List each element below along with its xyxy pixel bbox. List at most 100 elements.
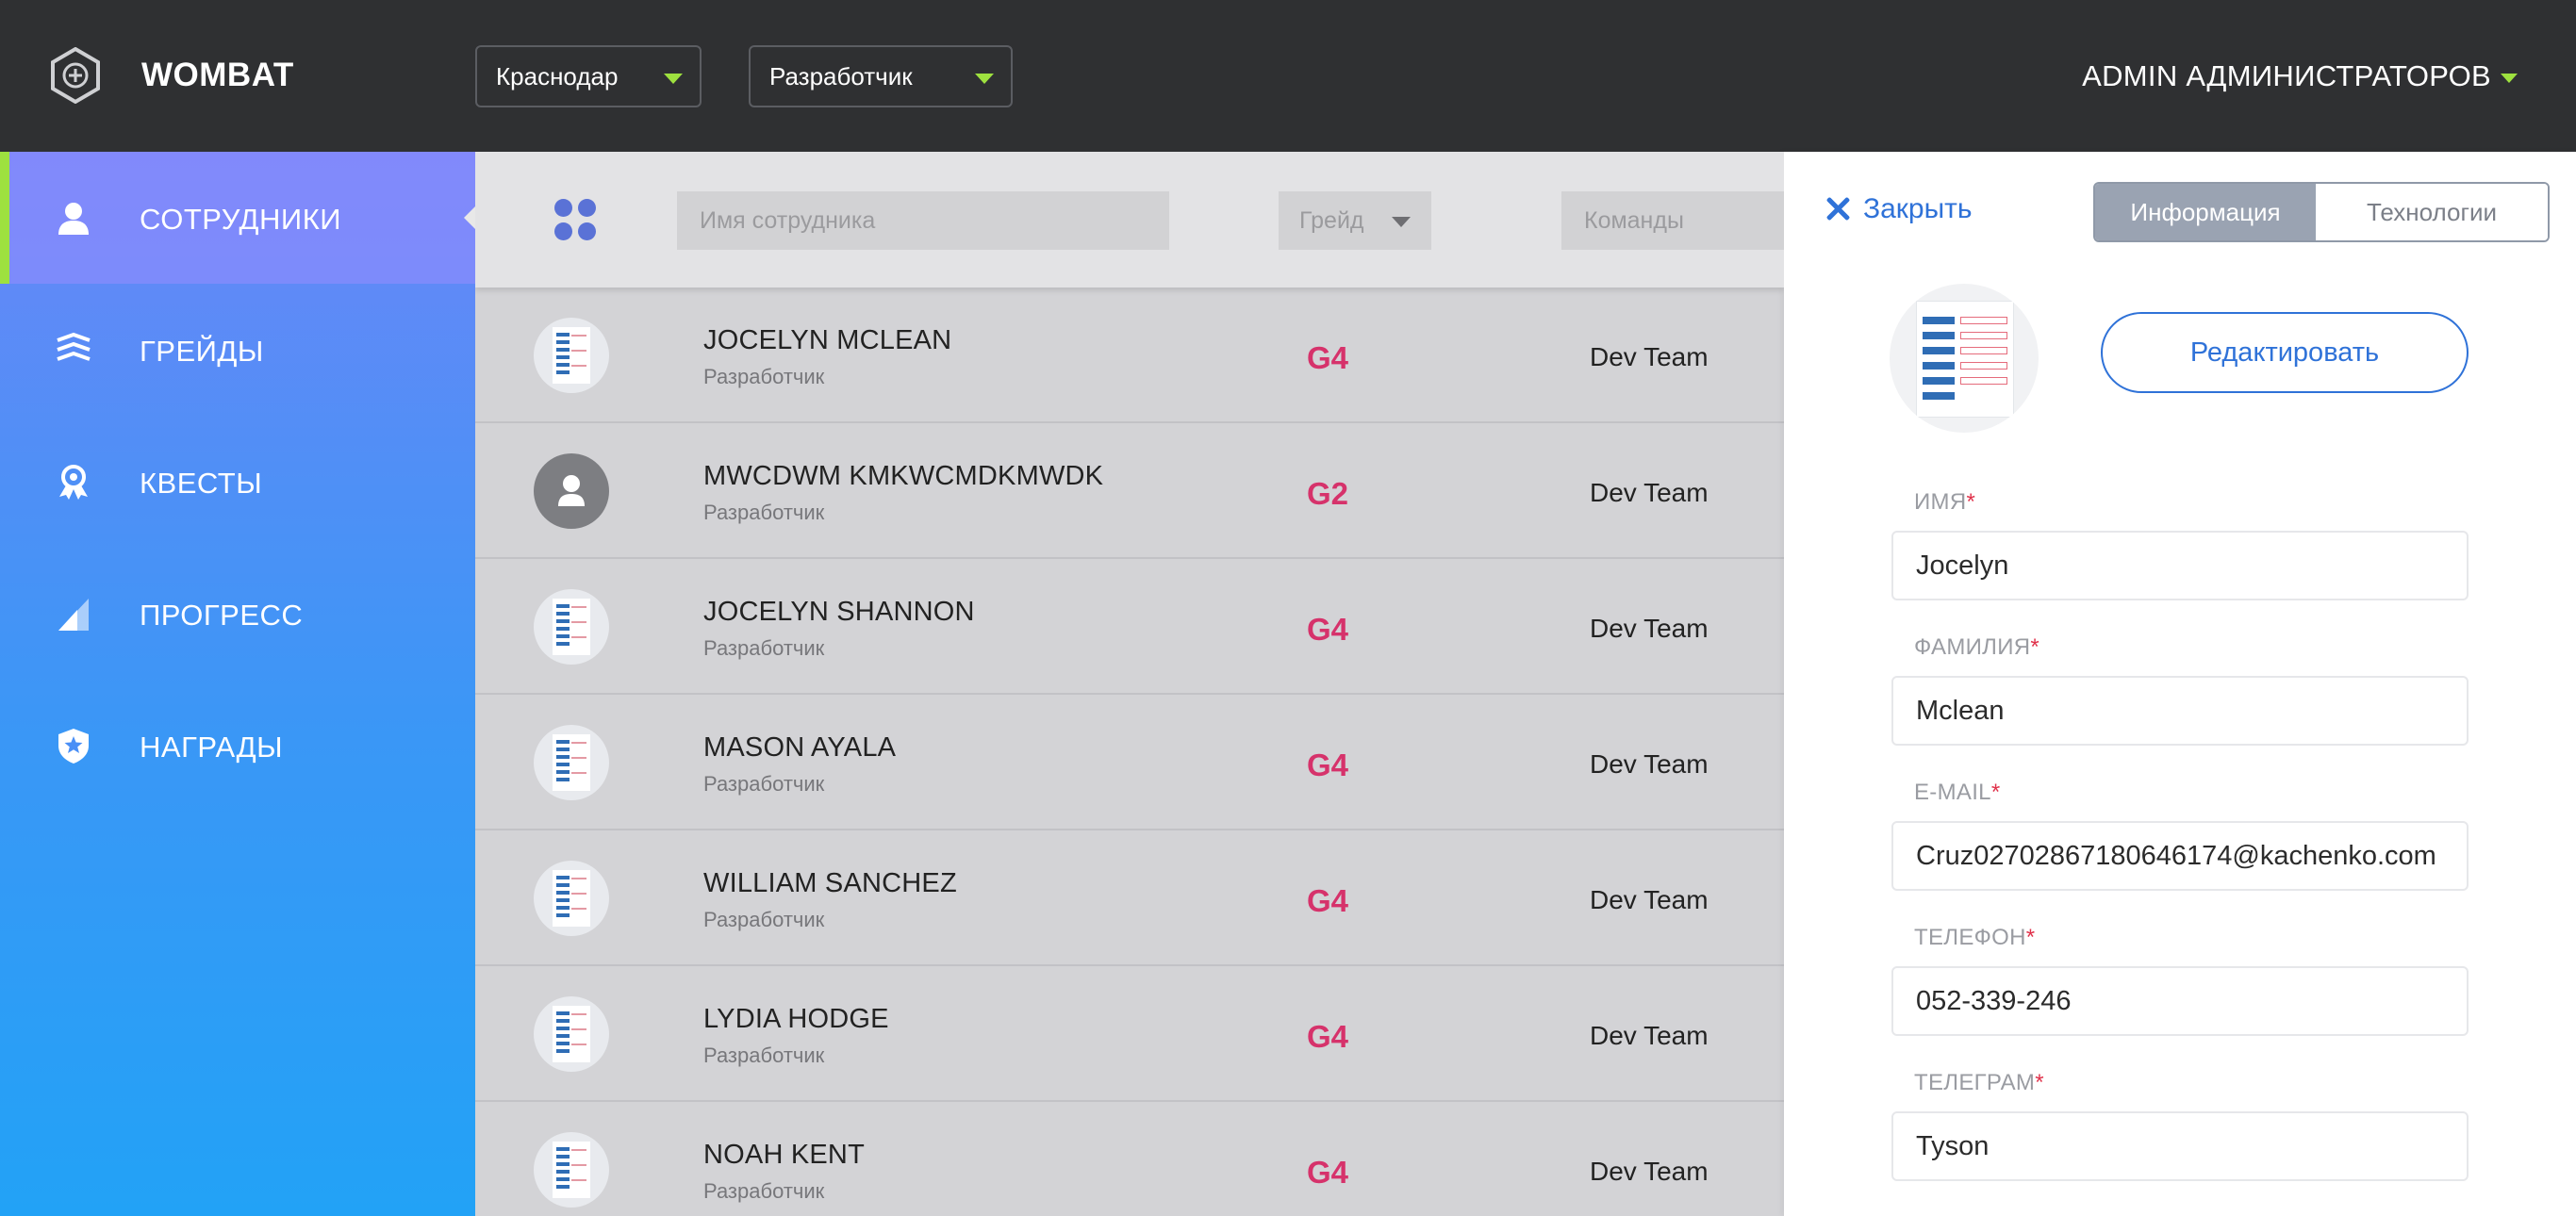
sidebar-item-label: ГРЕЙДЫ — [140, 335, 264, 368]
employee-team: Dev Team — [1590, 1021, 1709, 1050]
person-icon — [58, 203, 89, 235]
employee-grade: G4 — [1307, 883, 1349, 918]
chevron-down-icon — [664, 74, 683, 84]
shield-star-icon — [58, 729, 89, 764]
panel-tabs: Информация Технологии — [2093, 182, 2550, 242]
sidebar-item-label: СОТРУДНИКИ — [140, 203, 342, 236]
employee-team: Dev Team — [1590, 342, 1709, 371]
avatar — [534, 861, 609, 936]
sidebar-item-progress[interactable]: ПРОГРЕСС — [0, 548, 475, 680]
teams-filter[interactable]: Команды — [1561, 191, 1784, 250]
email-field[interactable]: Cruz02702867180646174@kachenko.com — [1891, 821, 2469, 891]
employee-role: Разработчик — [703, 908, 825, 931]
sidebar-item-quests[interactable]: КВЕСТЫ — [0, 416, 475, 548]
employee-role: Разработчик — [703, 1179, 825, 1203]
tab-info[interactable]: Информация — [2095, 184, 2316, 240]
table-row[interactable]: MWCDWM KMKWCMDKMWDK Разработчик G2 Dev T… — [475, 423, 1784, 559]
sidebar-item-employees[interactable]: СОТРУДНИКИ — [0, 152, 475, 284]
sidebar-item-label: НАГРАДЫ — [140, 731, 284, 764]
top-bar: WOMBAT Краснодар Разработчик ADMIN АДМИН… — [0, 0, 2576, 152]
close-label: Закрыть — [1863, 193, 1973, 224]
table-row[interactable]: JOCELYN SHANNON Разработчик G4 Dev Team — [475, 559, 1784, 695]
city-select-value: Краснодар — [496, 62, 619, 90]
chevron-down-icon — [975, 74, 994, 84]
employee-team: Dev Team — [1590, 614, 1709, 643]
employee-team: Dev Team — [1590, 1157, 1709, 1186]
employee-role: Разработчик — [703, 501, 825, 524]
employee-role: Разработчик — [703, 636, 825, 660]
required-mark: * — [2035, 1070, 2044, 1095]
table-row[interactable]: JOCELYN MCLEAN Разработчик G4 Dev Team — [475, 288, 1784, 423]
employee-name: MASON AYALA — [703, 732, 897, 763]
employee-team: Dev Team — [1590, 885, 1709, 914]
employee-grade: G4 — [1307, 340, 1349, 375]
signal-icon — [58, 599, 89, 631]
employee-role: Разработчик — [703, 365, 825, 388]
employee-name: LYDIA HODGE — [703, 1004, 889, 1034]
phone-label: ТЕЛЕФОН* — [1914, 925, 2036, 950]
role-select[interactable]: Разработчик — [749, 45, 1013, 107]
tab-technologies[interactable]: Технологии — [2316, 184, 2548, 240]
email-label: E-MAIL* — [1914, 780, 2001, 805]
user-menu[interactable]: ADMIN АДМИНИСТРАТОРОВ — [2082, 59, 2491, 93]
required-mark: * — [2030, 634, 2040, 660]
employee-name: JOCELYN SHANNON — [703, 597, 975, 627]
close-button[interactable]: Закрыть — [1825, 193, 1973, 225]
avatar — [534, 589, 609, 665]
employee-team: Dev Team — [1590, 478, 1709, 507]
employee-team: Dev Team — [1590, 749, 1709, 779]
filter-bar: Имя сотрудника Грейд Команды — [475, 152, 1784, 288]
employee-grade: G2 — [1307, 476, 1349, 511]
employee-grade: G4 — [1307, 1019, 1349, 1054]
avatar — [534, 453, 609, 529]
brand-name: WOMBAT — [141, 57, 294, 93]
default-avatar-icon — [558, 475, 585, 506]
employee-role: Разработчик — [703, 1043, 825, 1067]
first-name-field[interactable]: Jocelyn — [1891, 531, 2469, 600]
employee-photo — [1890, 284, 2039, 433]
employee-name: MWCDWM KMKWCMDKMWDK — [703, 461, 1104, 491]
active-indicator — [0, 152, 9, 284]
table-row[interactable]: LYDIA HODGE Разработчик G4 Dev Team — [475, 966, 1784, 1102]
employee-list-area: Имя сотрудника Грейд Команды JOCELYN MCL… — [475, 152, 1784, 1216]
role-select-value: Разработчик — [769, 62, 913, 90]
medal-icon — [59, 465, 88, 500]
telegram-label: ТЕЛЕГРАМ* — [1914, 1070, 2044, 1095]
avatar — [534, 725, 609, 800]
last-name-field[interactable]: Mclean — [1891, 676, 2469, 746]
sidebar-item-label: КВЕСТЫ — [140, 467, 263, 500]
avatar — [534, 318, 609, 393]
telegram-field[interactable]: Tyson — [1891, 1111, 2469, 1181]
last-name-label: ФАМИЛИЯ* — [1914, 634, 2040, 660]
sidebar: СОТРУДНИКИ ГРЕЙДЫ КВЕСТЫ ПРОГРЕСС НАГРАД… — [0, 152, 475, 1216]
employee-name: WILLIAM SANCHEZ — [703, 868, 957, 898]
required-mark: * — [1990, 780, 2001, 805]
employee-name: NOAH KENT — [703, 1140, 865, 1170]
city-select[interactable]: Краснодар — [475, 45, 702, 107]
employee-name-filter[interactable]: Имя сотрудника — [677, 191, 1169, 250]
employee-detail-panel: Закрыть Информация Технологии Редактиров… — [1784, 152, 2576, 1216]
required-mark: * — [1966, 489, 1976, 515]
wombat-logo-icon[interactable] — [49, 47, 102, 104]
table-row[interactable]: NOAH KENT Разработчик G4 Dev Team — [475, 1102, 1784, 1216]
grade-filter-placeholder: Грейд — [1299, 207, 1364, 234]
required-mark: * — [2025, 925, 2036, 950]
employee-name: JOCELYN MCLEAN — [703, 325, 952, 355]
employee-grade: G4 — [1307, 1155, 1349, 1190]
avatar — [534, 996, 609, 1072]
edit-button[interactable]: Редактировать — [2101, 312, 2469, 393]
table-row[interactable]: MASON AYALA Разработчик G4 Dev Team — [475, 695, 1784, 830]
employee-grade: G4 — [1307, 748, 1349, 782]
table-row[interactable]: WILLIAM SANCHEZ Разработчик G4 Dev Team — [475, 830, 1784, 966]
grade-filter[interactable]: Грейд — [1279, 191, 1431, 250]
sidebar-item-awards[interactable]: НАГРАДЫ — [0, 680, 475, 812]
sidebar-item-grades[interactable]: ГРЕЙДЫ — [0, 284, 475, 416]
chevron-down-icon — [1392, 217, 1411, 227]
employee-grade: G4 — [1307, 612, 1349, 647]
layers-icon — [57, 332, 91, 361]
chevron-down-icon[interactable] — [2501, 74, 2518, 83]
close-icon — [1825, 196, 1850, 221]
grid-view-icon[interactable] — [554, 199, 596, 240]
phone-field[interactable]: 052-339-246 — [1891, 966, 2469, 1036]
first-name-label: ИМЯ* — [1914, 489, 1976, 515]
